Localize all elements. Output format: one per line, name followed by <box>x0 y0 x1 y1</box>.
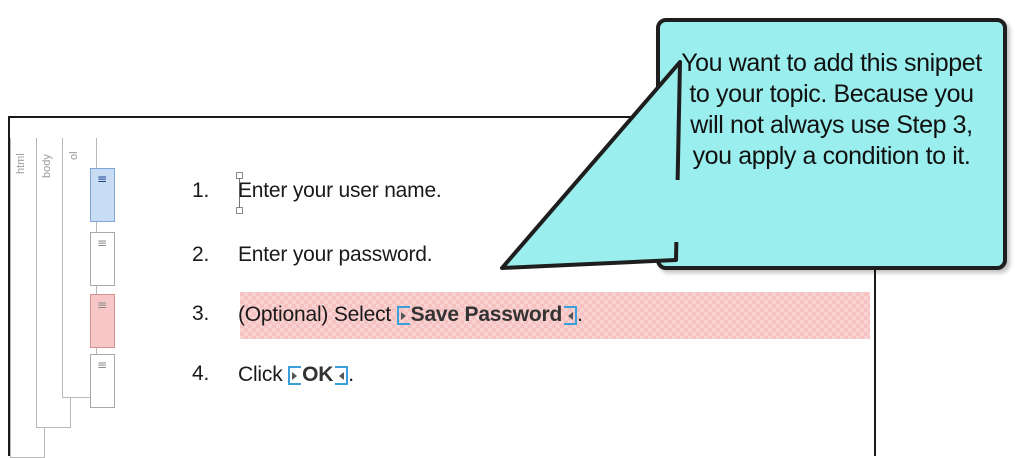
list-item[interactable]: 4. Click OK. <box>192 362 792 402</box>
callout-text: You want to add this snippet to your top… <box>681 49 982 170</box>
list-item-icon: ≡ <box>97 236 108 250</box>
step-text[interactable]: Click OK. <box>238 362 354 387</box>
step-number: 3. <box>192 302 210 325</box>
step-text[interactable]: Enter your password. <box>238 243 433 267</box>
step-number: 4. <box>192 362 210 385</box>
callout-seam <box>664 180 684 242</box>
structure-bar-li-1[interactable]: ≡ <box>90 168 115 222</box>
structure-bar-li-3[interactable]: ≡ <box>90 294 115 348</box>
step-text-suffix: . <box>577 303 583 326</box>
uicontrol-open-tag-icon[interactable] <box>396 306 410 325</box>
list-item-icon: ≡ <box>97 172 108 186</box>
ui-text: Save Password <box>410 303 563 326</box>
step-text[interactable]: (Optional) Select Save Password. <box>238 302 583 327</box>
uicontrol-close-tag-icon[interactable] <box>564 306 578 325</box>
ui-text: OK <box>302 363 334 386</box>
list-item-icon: ≡ <box>97 358 108 372</box>
structure-bar-ol-label: ol <box>68 151 80 160</box>
structure-bar-html-label: html <box>15 153 27 174</box>
step-text[interactable]: Enter your user name. <box>238 179 442 203</box>
step-text-prefix: Click <box>238 363 289 386</box>
structure-bar-li-4[interactable]: ≡ <box>90 354 115 408</box>
callout-pointer <box>500 60 682 270</box>
step-number: 2. <box>192 243 210 266</box>
list-item-conditional[interactable]: 3. (Optional) Select Save Password. <box>192 302 852 342</box>
structure-bar-li-2[interactable]: ≡ <box>90 232 115 286</box>
step-number: 1. <box>192 179 210 202</box>
uicontrol-close-tag-icon[interactable] <box>335 366 349 385</box>
list-item-icon: ≡ <box>97 298 108 312</box>
step-text-suffix: . <box>348 363 354 386</box>
callout-bubble: You want to add this snippet to your top… <box>656 18 1007 270</box>
step-text-prefix: (Optional) Select <box>238 303 397 326</box>
uicontrol-open-tag-icon[interactable] <box>288 366 302 385</box>
structure-bar-body-label: body <box>41 154 53 178</box>
